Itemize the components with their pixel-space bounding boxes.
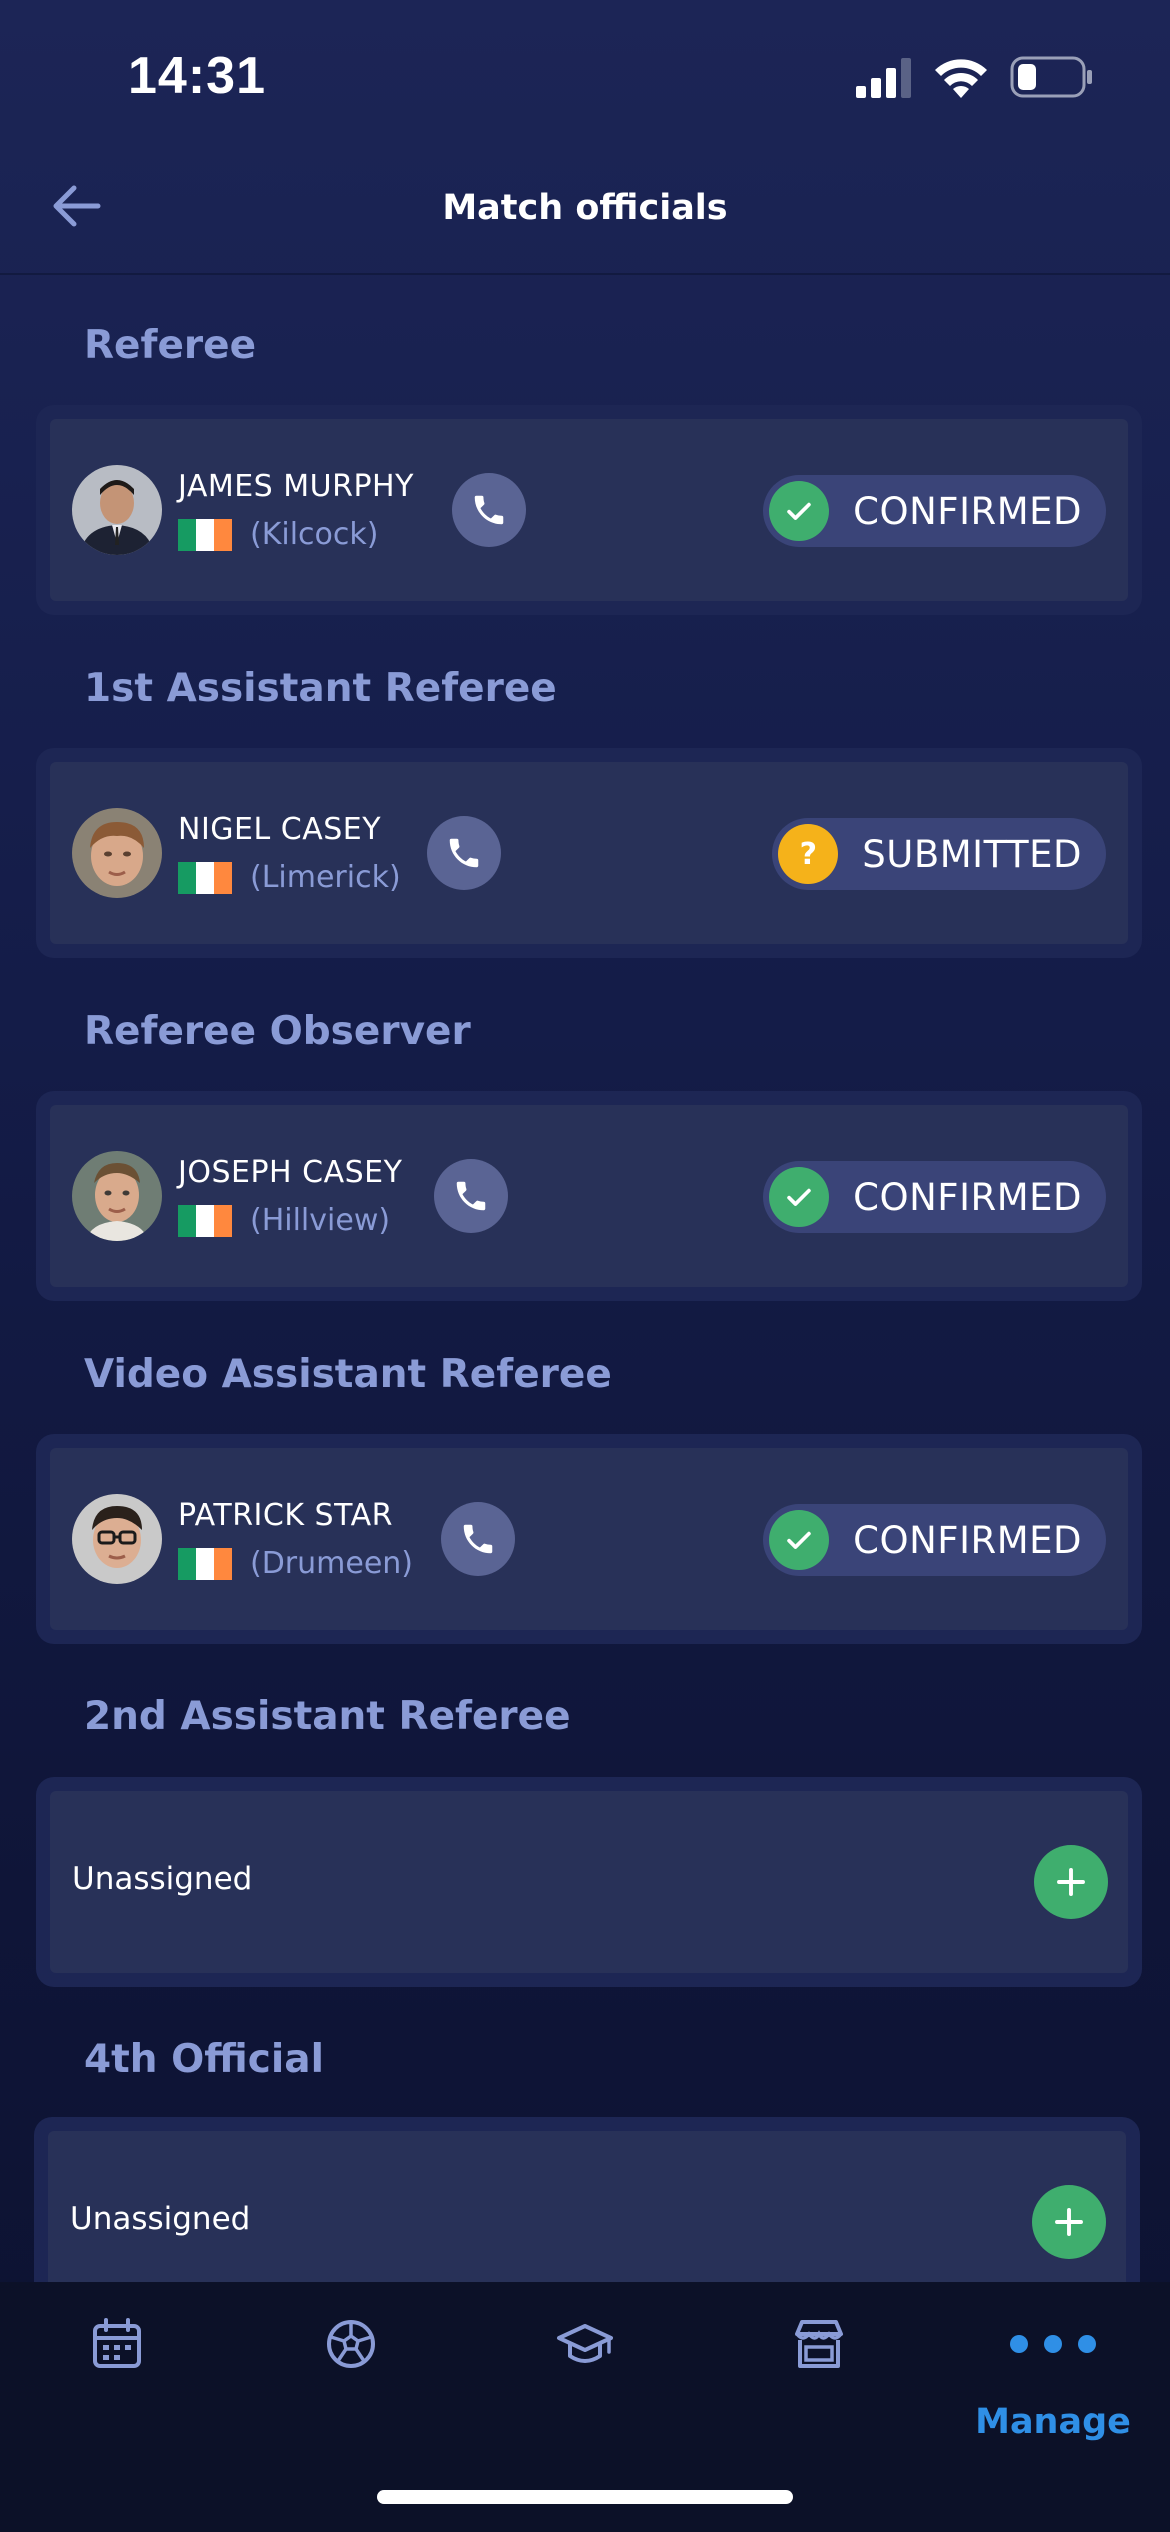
status-label: CONFIRMED [853, 489, 1082, 533]
avatar [72, 808, 162, 898]
phone-icon [463, 1524, 493, 1554]
official-name: JAMES MURPHY [178, 469, 414, 504]
wifi-icon [935, 59, 987, 98]
phone-icon [474, 495, 504, 525]
status-time: 14:31 [128, 47, 266, 105]
check-icon [769, 1510, 830, 1570]
ireland-flag-icon [178, 1205, 232, 1237]
unassigned-label: Unassigned [70, 2201, 251, 2237]
section-title-1st-assistant-referee: 1st Assistant Referee [84, 666, 557, 711]
section-title-video-assistant-referee: Video Assistant Referee [84, 1352, 612, 1397]
ireland-flag-icon [178, 862, 232, 894]
add-official-button[interactable] [1032, 2185, 1106, 2259]
graduation-cap-icon [557, 2324, 613, 2363]
check-icon [769, 1167, 830, 1227]
section-title-referee: Referee [84, 323, 257, 368]
tab-education[interactable] [468, 2282, 702, 2452]
status-badge: ? SUBMITTED [772, 818, 1106, 890]
unassigned-card-2nd-assistant-referee: Unassigned [36, 1777, 1142, 1987]
phone-icon [456, 1181, 486, 1211]
more-dots-icon [1010, 2335, 1096, 2353]
official-card-inner[interactable]: PATRICK STAR (Drumeen) CONFIRMED [50, 1448, 1128, 1630]
official-card-referee: JAMES MURPHY (Kilcock) CONFIRMED [36, 405, 1142, 615]
avatar [72, 1151, 162, 1241]
status-badge: CONFIRMED [763, 475, 1106, 547]
store-icon [795, 2320, 843, 2368]
calendar-icon [93, 2318, 141, 2368]
status-label: SUBMITTED [862, 832, 1082, 876]
tab-store[interactable] [702, 2282, 936, 2452]
call-button[interactable] [427, 816, 501, 890]
section-title-referee-observer: Referee Observer [84, 1009, 471, 1054]
add-official-button[interactable] [1034, 1845, 1108, 1919]
status-bar: 14:31 [0, 0, 1170, 150]
official-card-1st-assistant-referee: NIGEL CASEY (Limerick) ? SUBMITTED [36, 748, 1142, 958]
official-card-inner[interactable]: NIGEL CASEY (Limerick) ? SUBMITTED [50, 762, 1128, 944]
home-indicator[interactable] [377, 2490, 793, 2504]
ireland-flag-icon [178, 519, 232, 551]
unassigned-card-inner: Unassigned [50, 1791, 1128, 1973]
unassigned-label: Unassigned [72, 1861, 253, 1897]
plus-icon [1057, 1868, 1085, 1896]
official-location: (Kilcock) [250, 517, 379, 552]
official-card-inner[interactable]: JOSEPH CASEY (Hillview) CONFIRMED [50, 1105, 1128, 1287]
cellular-signal-icon [856, 58, 911, 98]
tab-calendar[interactable] [0, 2282, 234, 2452]
official-name: PATRICK STAR [178, 1498, 393, 1533]
status-label: CONFIRMED [853, 1175, 1082, 1219]
avatar [72, 1494, 162, 1584]
call-button[interactable] [434, 1159, 508, 1233]
check-icon [769, 481, 830, 541]
status-label: CONFIRMED [853, 1518, 1082, 1562]
official-card-video-assistant-referee: PATRICK STAR (Drumeen) CONFIRMED [36, 1434, 1142, 1644]
section-title-4th-official: 4th Official [84, 2037, 324, 2082]
football-icon [327, 2320, 375, 2368]
battery-icon [1010, 56, 1092, 98]
status-badge: CONFIRMED [763, 1161, 1106, 1233]
ireland-flag-icon [178, 1548, 232, 1580]
tab-manage[interactable]: Manage [936, 2282, 1170, 2452]
avatar [72, 465, 162, 555]
call-button[interactable] [452, 473, 526, 547]
section-title-2nd-assistant-referee: 2nd Assistant Referee [84, 1694, 571, 1739]
question-icon: ? [778, 824, 839, 884]
official-location: (Hillview) [250, 1203, 391, 1238]
tab-label-manage: Manage [975, 2402, 1131, 2442]
official-name: JOSEPH CASEY [178, 1155, 403, 1190]
official-name: NIGEL CASEY [178, 812, 382, 847]
phone-icon [449, 838, 479, 868]
plus-icon [1055, 2208, 1083, 2236]
official-location: (Drumeen) [250, 1546, 414, 1581]
official-card-referee-observer: JOSEPH CASEY (Hillview) CONFIRMED [36, 1091, 1142, 1301]
call-button[interactable] [441, 1502, 515, 1576]
app-screen: 14:31 Match officials Referee JAMES MURP… [0, 0, 1170, 2532]
tab-matches[interactable] [234, 2282, 468, 2452]
official-location: (Limerick) [250, 860, 401, 895]
page-title: Match officials [442, 188, 728, 228]
official-card-inner[interactable]: JAMES MURPHY (Kilcock) CONFIRMED [50, 419, 1128, 601]
nav-bar: Match officials [0, 150, 1170, 275]
status-badge: CONFIRMED [763, 1504, 1106, 1576]
